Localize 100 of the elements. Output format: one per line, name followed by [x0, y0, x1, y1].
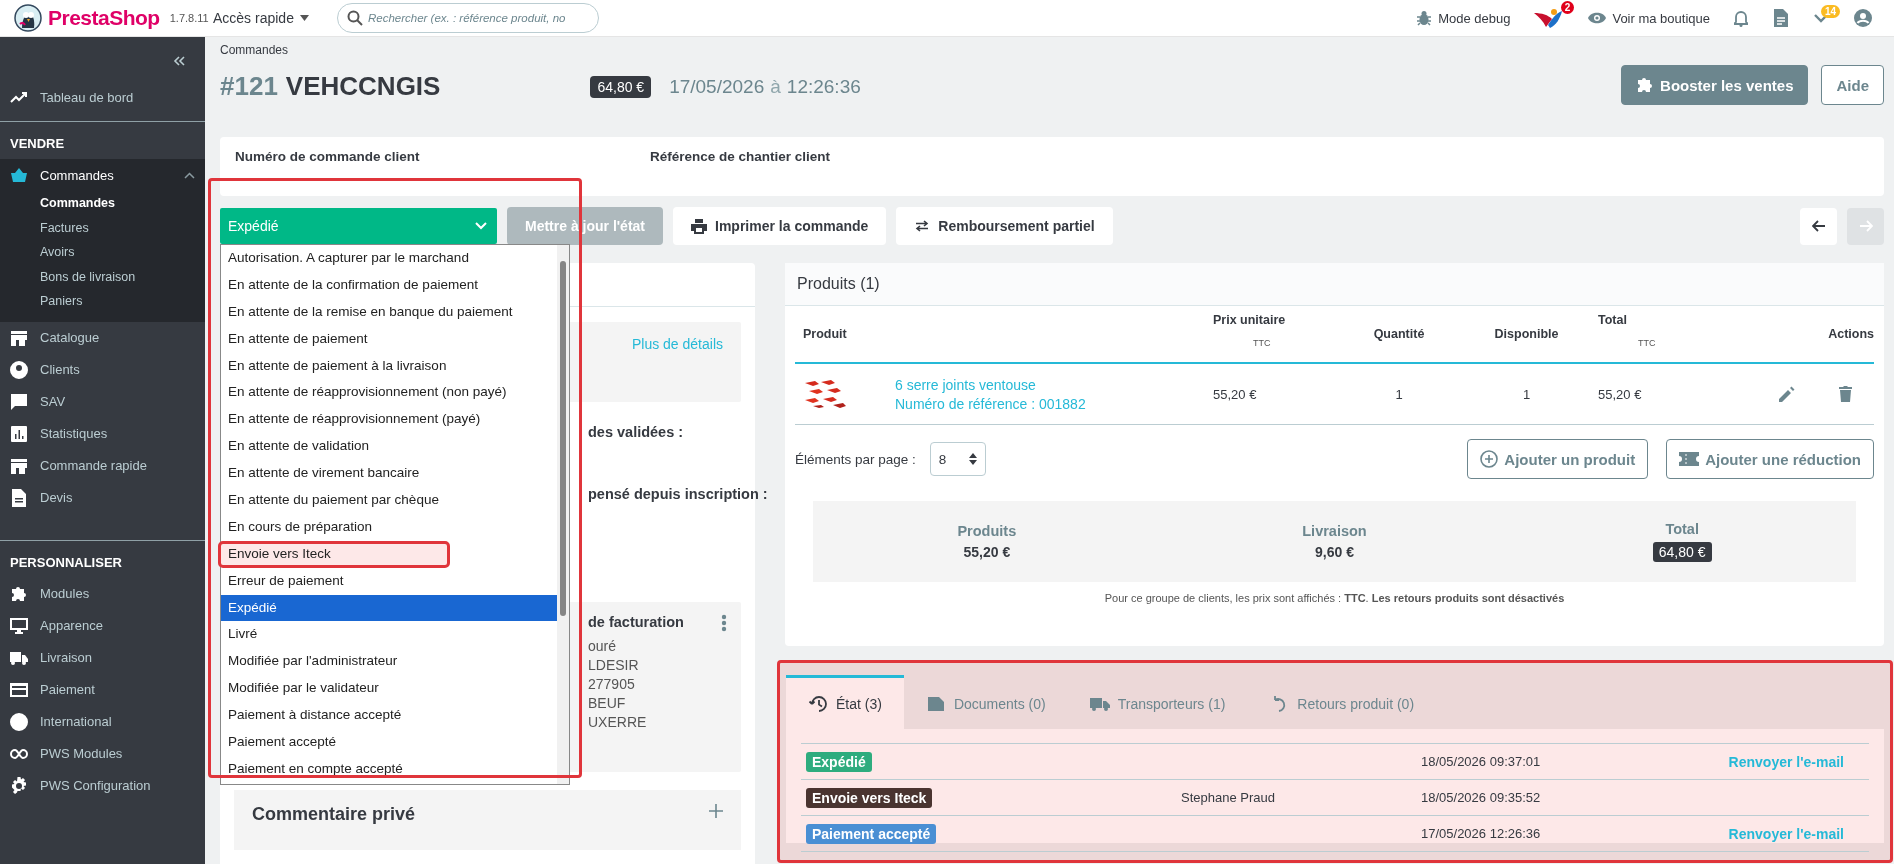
order-time: 12:26:36	[786, 75, 861, 98]
boost-sales-button[interactable]: Booster les ventes	[1621, 65, 1809, 105]
scrollbar[interactable]	[557, 245, 569, 784]
monitor-icon	[10, 616, 28, 635]
sidebar-item[interactable]: Statistiques	[0, 417, 205, 450]
sidebar-subitem[interactable]: Bons de livraison	[0, 264, 205, 289]
breadcrumb[interactable]: Commandes	[220, 43, 861, 57]
dropdown-option[interactable]: En attente de paiement à la livraison	[221, 352, 557, 380]
arrow-left-icon	[1811, 220, 1826, 232]
card-title: Produits (1)	[785, 263, 1884, 306]
help-button[interactable]: Aide	[1821, 65, 1884, 105]
search-field[interactable]: Rechercher (ex. : référence produit, no	[336, 3, 599, 33]
dropdown-option[interactable]: En attente de réapprovisionnement (payé)	[221, 406, 557, 434]
dropdown-option[interactable]: En attente de réapprovisionnement (non payé)	[221, 379, 557, 407]
order-reference: VEHCCNGIS	[285, 71, 441, 102]
settings-icon	[10, 776, 28, 795]
dropdown-option[interactable]: Livré	[221, 621, 557, 649]
previous-order-button[interactable]	[1800, 207, 1837, 245]
address-title: de facturation	[588, 614, 684, 632]
collapse-icon[interactable]	[173, 56, 185, 66]
sidebar-item[interactable]: Commandes	[0, 159, 205, 191]
column-header: Total	[1598, 312, 1628, 327]
column-header: Actions	[1828, 327, 1874, 341]
sidebar-item[interactable]: Modules	[0, 577, 205, 610]
sidebar-subitem[interactable]: Avoirs	[0, 240, 205, 265]
dropdown-option[interactable]: En attente de la remise en banque du paiement	[221, 298, 557, 326]
dropdown-option[interactable]: Paiement à distance accepté	[221, 702, 557, 730]
table-cell-text: 1	[1521, 386, 1532, 402]
order-date-separator: à	[770, 75, 781, 98]
chevron-icon	[475, 222, 487, 230]
sidebar-item[interactable]: Catalogue	[0, 321, 205, 354]
edit-icon[interactable]	[1779, 386, 1795, 402]
version-label: 1.7.8.11	[169, 12, 209, 24]
swap-icon	[914, 220, 931, 232]
dropdown-option[interactable]: Envoie vers Iteck	[218, 540, 450, 568]
notification-badge: 2	[1560, 1, 1575, 14]
print-order-button[interactable]: Imprimer la commande	[673, 207, 887, 245]
dropdown-option[interactable]: Modifiée par l'administrateur	[221, 648, 557, 676]
view-shop-link[interactable]: Voir ma boutique	[1582, 10, 1716, 26]
field-label: Numéro de commande client	[235, 149, 421, 164]
sidebar-item[interactable]: PWS Modules	[0, 737, 205, 770]
sidebar-item[interactable]: Apparence	[0, 609, 205, 642]
table-cell-text: 55,20 €	[1212, 386, 1258, 402]
bell-icon[interactable]	[1734, 9, 1748, 27]
sidebar-subitem[interactable]: Commandes	[0, 191, 205, 216]
sidebar-section-title: VENDRE	[9, 135, 66, 153]
sidebar-item[interactable]: Tableau de bord	[0, 81, 205, 113]
sidebar-item[interactable]: SAV	[0, 385, 205, 418]
tab[interactable]: État (3)	[786, 675, 904, 729]
status-badge: Expédié	[806, 751, 872, 772]
dropdown-option[interactable]: En attente du paiement par chèque	[221, 487, 557, 514]
puzzle-icon	[1636, 76, 1655, 94]
dropdown-option[interactable]: Autorisation. A capturer par le marchand	[221, 245, 557, 272]
document-icon[interactable]	[1774, 9, 1788, 27]
per-page-select[interactable]: 8	[929, 442, 986, 476]
column-header: Disponible	[1494, 327, 1559, 341]
add-discount-button[interactable]: Ajouter une réduction	[1666, 439, 1874, 479]
sidebar-item[interactable]: Commande rapide	[0, 449, 205, 482]
status-badge: Paiement accepté	[806, 823, 937, 844]
chevron-icon[interactable]	[184, 171, 195, 179]
sidebar-item[interactable]: PWS Configuration	[0, 769, 205, 802]
sidebar-item[interactable]: International	[0, 705, 205, 738]
dropdown-option[interactable]: Expédié	[221, 594, 557, 622]
kebab-menu-icon[interactable]	[721, 614, 727, 632]
sidebar-item[interactable]: Livraison	[0, 641, 205, 674]
debug-mode-button[interactable]: Mode debug	[1410, 10, 1517, 26]
delete-icon[interactable]	[1839, 386, 1852, 402]
caret-icon	[299, 15, 309, 21]
app-logo[interactable]: PrestaShop	[48, 6, 160, 30]
arrow-right-icon	[1858, 220, 1873, 232]
dropdown-option[interactable]: Modifiée par le validateur	[221, 675, 557, 703]
address-line: LDESIR	[587, 657, 640, 675]
penguin-logo-icon	[14, 4, 42, 32]
field-label: des validées :	[588, 424, 684, 440]
order-total-badge: 64,80 €	[590, 75, 652, 98]
per-page-label: Éléments par page :	[795, 451, 916, 467]
comment-title: Commentaire privé	[252, 804, 416, 825]
sidebar-subitem[interactable]: Factures	[0, 215, 205, 240]
sidebar-item[interactable]: Devis	[0, 481, 205, 514]
plus-icon[interactable]	[709, 804, 723, 818]
partial-refund-button[interactable]: Remboursement partiel	[896, 207, 1113, 245]
dropdown-option[interactable]: En attente de validation	[221, 433, 557, 461]
document-icon	[10, 488, 28, 507]
sidebar-subitem[interactable]: Paniers	[0, 289, 205, 314]
dropdown-option[interactable]: En cours de préparation	[221, 513, 557, 541]
search-icon	[346, 10, 363, 26]
sidebar-item[interactable]: Paiement	[0, 673, 205, 706]
sidebar-section-title: PERSONNALISER	[9, 553, 123, 572]
dropdown-option[interactable]: En attente de la confirmation de paiement	[221, 271, 557, 299]
add-product-button[interactable]: Ajouter un produit	[1467, 439, 1649, 479]
dropdown-option[interactable]: En attente de paiement	[221, 325, 557, 353]
dropdown-option[interactable]: En attente de virement bancaire	[221, 460, 557, 487]
dropdown-option[interactable]: Erreur de paiement	[221, 567, 557, 595]
sidebar-item[interactable]: Clients	[0, 353, 205, 386]
summary-value: 55,20 €	[963, 544, 1011, 560]
dropdown-option[interactable]: Paiement en compte accepté	[221, 755, 557, 783]
quick-access-menu[interactable]: Accès rapide	[213, 10, 309, 26]
column-header: Produit	[803, 327, 848, 341]
dropdown-option[interactable]: Paiement accepté	[221, 729, 557, 756]
document-icon	[925, 695, 946, 712]
